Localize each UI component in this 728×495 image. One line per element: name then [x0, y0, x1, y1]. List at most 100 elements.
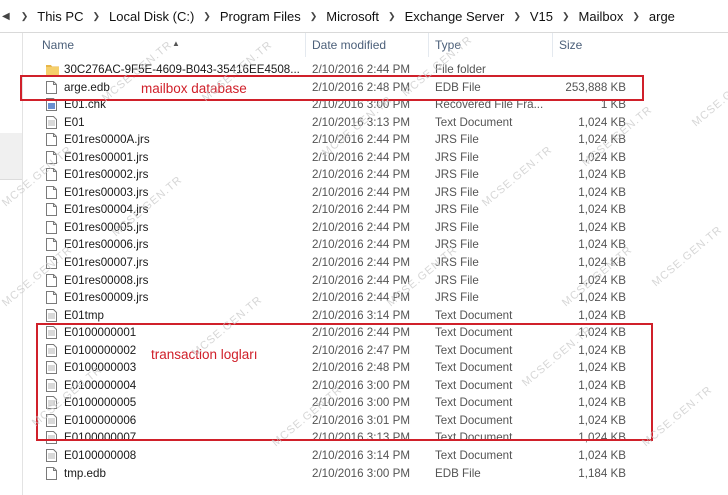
text-document-icon: [46, 449, 57, 463]
file-date-modified: 2/10/2016 2:44 PM: [312, 273, 410, 287]
file-icon: [46, 466, 57, 480]
breadcrumb-separator-icon[interactable]: ❯: [92, 11, 100, 22]
file-row[interactable]: E01res00006.jrs 2/10/2016 2:44 PM JRS File…: [22, 236, 728, 254]
file-date-modified: 2/10/2016 3:00 PM: [312, 466, 410, 480]
mailbox-database-label: mailbox database: [141, 81, 247, 96]
file-row[interactable]: E0100000008 2/10/2016 3:14 PM Text Documen…: [22, 447, 728, 465]
file-date-modified: 2/10/2016 2:44 PM: [312, 185, 410, 199]
file-date-modified: 2/10/2016 2:44 PM: [312, 150, 410, 164]
file-size: 1,024 KB: [578, 220, 626, 234]
breadcrumb-item[interactable]: Local Disk (C:): [107, 9, 196, 24]
file-type: EDB File: [435, 466, 481, 480]
file-type: JRS File: [435, 291, 479, 305]
file-row[interactable]: E01 2/10/2016 3:13 PM Text Document 1,024 K…: [22, 114, 728, 132]
file-size: 1,184 KB: [578, 466, 626, 480]
file-type: JRS File: [435, 168, 479, 182]
file-size: 1,024 KB: [578, 133, 626, 147]
breadcrumb-item[interactable]: This PC: [35, 9, 85, 24]
file-row[interactable]: E01res00008.jrs 2/10/2016 2:44 PM JRS File…: [22, 272, 728, 290]
file-name: E01tmp: [64, 308, 104, 322]
breadcrumb-separator-icon[interactable]: ❯: [203, 11, 211, 22]
sort-ascending-icon: ▲: [172, 39, 180, 48]
breadcrumb-item[interactable]: V15: [528, 9, 555, 24]
file-size: 1,024 KB: [578, 256, 626, 270]
file-row[interactable]: tmp.edb 2/10/2016 3:00 PM EDB File 1,184 KB: [22, 465, 728, 483]
file-size: 1,024 KB: [578, 203, 626, 217]
transaction-logs-highlight: [36, 323, 653, 441]
mailbox-database-highlight: [20, 75, 644, 101]
file-icon: [46, 185, 57, 199]
file-name: E01res00007.jrs: [64, 256, 149, 270]
file-size: 1,024 KB: [578, 150, 626, 164]
file-size: 1,024 KB: [578, 185, 626, 199]
file-icon: [46, 203, 57, 217]
file-row[interactable]: E01res00007.jrs 2/10/2016 2:44 PM JRS File…: [22, 254, 728, 272]
breadcrumb-separator-icon[interactable]: ❯: [562, 11, 570, 22]
file-row[interactable]: E01res00001.jrs 2/10/2016 2:44 PM JRS File…: [22, 149, 728, 167]
file-icon: [46, 238, 57, 252]
file-row[interactable]: E01res00002.jrs 2/10/2016 2:44 PM JRS File…: [22, 166, 728, 184]
file-date-modified: 2/10/2016 3:14 PM: [312, 308, 410, 322]
navigation-pane[interactable]: [0, 33, 23, 495]
file-name: E01res00001.jrs: [64, 150, 149, 164]
nav-up-arrow-icon[interactable]: ◀: [2, 11, 10, 22]
file-type: JRS File: [435, 273, 479, 287]
breadcrumb-separator-icon[interactable]: ❯: [513, 11, 521, 22]
file-type: Text Document: [435, 308, 513, 322]
file-date-modified: 2/10/2016 2:44 PM: [312, 291, 410, 305]
file-icon: [46, 168, 57, 182]
column-header-date[interactable]: Date modified: [306, 33, 429, 57]
address-bar[interactable]: ◀ ❯ This PC ❯ Local Disk (C:) ❯ Program Files…: [0, 0, 728, 33]
file-type: Text Document: [435, 449, 513, 463]
file-date-modified: 2/10/2016 3:13 PM: [312, 115, 410, 129]
file-type: JRS File: [435, 203, 479, 217]
file-size: 1,024 KB: [578, 115, 626, 129]
breadcrumb-separator-icon[interactable]: ❯: [21, 11, 29, 22]
file-date-modified: 2/10/2016 2:44 PM: [312, 203, 410, 217]
file-date-modified: 2/10/2016 2:44 PM: [312, 220, 410, 234]
column-header-name[interactable]: Name ▲: [22, 33, 306, 57]
column-type-label: Type: [435, 38, 462, 52]
file-type: JRS File: [435, 220, 479, 234]
breadcrumb-item[interactable]: Exchange Server: [403, 9, 507, 24]
column-size-label: Size: [559, 38, 583, 52]
file-icon: [46, 273, 57, 287]
breadcrumb-separator-icon[interactable]: ❯: [632, 11, 640, 22]
breadcrumb-separator-icon[interactable]: ❯: [388, 11, 396, 22]
file-size: 1,024 KB: [578, 238, 626, 252]
transaction-logs-label: transaction logları: [151, 347, 258, 362]
file-row[interactable]: E01tmp 2/10/2016 3:14 PM Text Document 1,02…: [22, 307, 728, 325]
file-date-modified: 2/10/2016 3:14 PM: [312, 449, 410, 463]
navigation-pane-item[interactable]: [0, 133, 22, 180]
file-row[interactable]: E01res00004.jrs 2/10/2016 2:44 PM JRS File…: [22, 201, 728, 219]
file-name: E01res00003.jrs: [64, 185, 149, 199]
file-row[interactable]: E01res00003.jrs 2/10/2016 2:44 PM JRS File…: [22, 184, 728, 202]
breadcrumb-item[interactable]: Microsoft: [324, 9, 381, 24]
breadcrumb-separator-icon[interactable]: ❯: [310, 11, 318, 22]
file-row[interactable]: E01res0000A.jrs 2/10/2016 2:44 PM JRS File…: [22, 131, 728, 149]
column-name-label: Name: [42, 38, 75, 52]
file-name: E0100000008: [64, 449, 137, 463]
file-date-modified: 2/10/2016 2:44 PM: [312, 256, 410, 270]
file-icon: [46, 291, 57, 305]
file-row[interactable]: E01res00005.jrs 2/10/2016 2:44 PM JRS File…: [22, 219, 728, 237]
column-date-label: Date modified: [312, 38, 387, 52]
breadcrumb-item[interactable]: Mailbox: [577, 9, 626, 24]
column-header-size[interactable]: Size: [553, 33, 637, 57]
file-name: E01res00002.jrs: [64, 168, 149, 182]
text-document-icon: [46, 308, 57, 322]
file-type: Text Document: [435, 115, 513, 129]
file-date-modified: 2/10/2016 2:44 PM: [312, 238, 410, 252]
file-name: E01res00008.jrs: [64, 273, 149, 287]
column-header: Name ▲ Date modified Type Size: [22, 33, 728, 57]
file-icon: [46, 150, 57, 164]
breadcrumb-item[interactable]: arge: [647, 9, 677, 24]
text-document-icon: [46, 115, 57, 129]
breadcrumb-item[interactable]: Program Files: [218, 9, 303, 24]
file-type: JRS File: [435, 150, 479, 164]
file-size: 1,024 KB: [578, 273, 626, 287]
file-row[interactable]: E01res00009.jrs 2/10/2016 2:44 PM JRS File…: [22, 289, 728, 307]
file-size: 1,024 KB: [578, 308, 626, 322]
file-name: tmp.edb: [64, 466, 106, 480]
column-header-type[interactable]: Type: [429, 33, 553, 57]
